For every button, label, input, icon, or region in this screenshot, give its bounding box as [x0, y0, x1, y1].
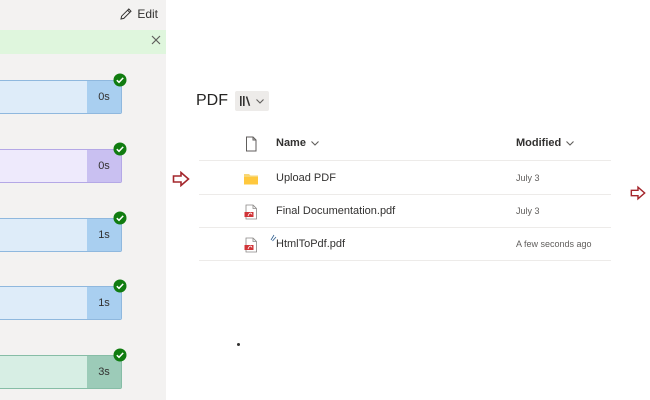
- arrow-right-icon: [630, 185, 646, 201]
- arrow-right-icon: [172, 171, 190, 187]
- modified-date: A few seconds ago: [516, 239, 592, 249]
- check-circle-icon: [113, 142, 127, 156]
- library-header: PDF: [196, 91, 269, 111]
- success-banner: [0, 30, 166, 54]
- edit-button[interactable]: Edit: [119, 6, 158, 22]
- column-header-modified[interactable]: Modified: [516, 137, 575, 149]
- chevron-down-icon: [566, 141, 575, 146]
- pencil-icon: [120, 8, 133, 20]
- file-type-icon[interactable]: [243, 136, 259, 152]
- file-name-link[interactable]: Final Documentation.pdf: [276, 205, 395, 217]
- flow-step-4[interactable]: 1s: [0, 279, 127, 320]
- flow-step-5[interactable]: 3s: [0, 348, 127, 389]
- pdf-file-icon: [244, 204, 257, 220]
- flow-step-3[interactable]: 1s: [0, 211, 127, 252]
- check-circle-icon: [113, 211, 127, 225]
- library-title: PDF: [196, 92, 228, 109]
- chevron-down-icon: [311, 141, 319, 146]
- close-icon[interactable]: [150, 34, 162, 46]
- check-circle-icon: [113, 279, 127, 293]
- modified-date: July 3: [516, 206, 540, 216]
- column-header-row: Name Modified: [199, 128, 611, 161]
- check-circle-icon: [113, 348, 127, 362]
- file-name-link[interactable]: Upload PDF: [276, 172, 336, 184]
- flow-run-panel: Edit 0s 0s 1s 1s 3s: [0, 0, 166, 400]
- column-header-name[interactable]: Name: [276, 137, 320, 149]
- file-name-link[interactable]: HtmlToPdf.pdf: [276, 238, 345, 250]
- edit-label: Edit: [137, 7, 158, 21]
- modified-date: July 3: [516, 173, 540, 183]
- flow-step-2[interactable]: 0s: [0, 142, 127, 183]
- list-item[interactable]: Upload PDF July 3: [199, 162, 611, 195]
- chevron-down-icon: [256, 99, 264, 104]
- folder-icon: [244, 174, 258, 185]
- view-options-button[interactable]: [235, 91, 269, 111]
- cursor-dot: [237, 343, 240, 346]
- check-circle-icon: [113, 73, 127, 87]
- flow-step-1[interactable]: 0s: [0, 73, 127, 114]
- library-icon: [240, 96, 251, 107]
- pdf-file-icon: [244, 237, 257, 253]
- list-item[interactable]: Final Documentation.pdf July 3: [199, 195, 611, 228]
- list-item[interactable]: HtmlToPdf.pdf A few seconds ago: [199, 228, 611, 261]
